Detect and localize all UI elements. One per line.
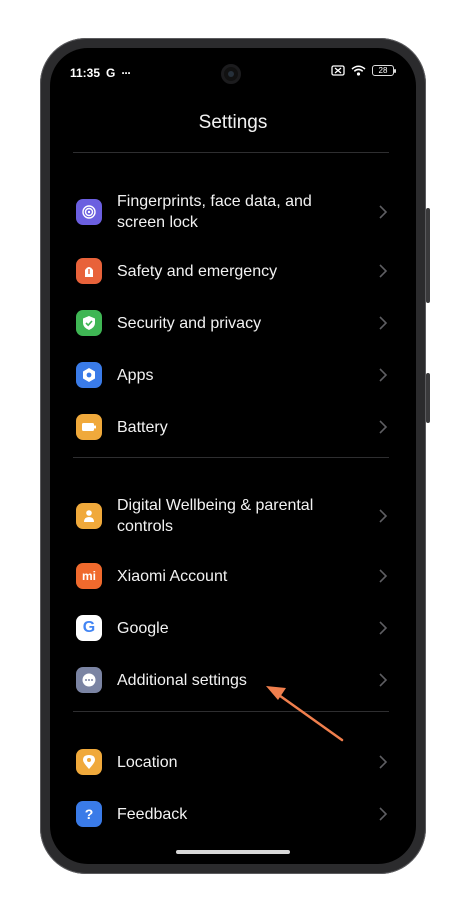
shield-check-icon	[76, 310, 102, 336]
feedback-icon: ?	[76, 801, 102, 827]
item-label: Xiaomi Account	[117, 567, 228, 585]
screen: 11:35 G ··· 28 Settings Fingerprints, fa…	[50, 48, 416, 864]
power-button	[426, 373, 430, 423]
item-label: Apps	[117, 366, 154, 384]
item-label: Battery	[117, 418, 168, 436]
location-pin-icon	[76, 749, 102, 775]
settings-item-feedback[interactable]: ? Feedback	[50, 789, 416, 839]
settings-item-security[interactable]: Security and privacy	[50, 298, 416, 348]
chevron-right-icon	[379, 509, 388, 523]
home-indicator[interactable]	[176, 850, 290, 854]
chevron-right-icon	[379, 420, 388, 434]
phone-frame: 11:35 G ··· 28 Settings Fingerprints, fa…	[40, 38, 430, 874]
chevron-right-icon	[379, 316, 388, 330]
divider	[73, 457, 389, 458]
settings-item-additional-settings[interactable]: Additional settings	[50, 655, 416, 705]
chevron-right-icon	[379, 755, 388, 769]
google-icon: G	[76, 615, 102, 641]
mi-icon: mi	[76, 563, 102, 589]
settings-item-location[interactable]: Location	[50, 737, 416, 787]
apps-icon	[76, 362, 102, 388]
emergency-icon	[76, 258, 102, 284]
front-camera	[221, 64, 241, 84]
item-label: Digital Wellbeing & parental controls	[117, 497, 314, 535]
settings-item-apps[interactable]: Apps	[50, 350, 416, 400]
settings-item-digital-wellbeing[interactable]: Digital Wellbeing & parental controls	[50, 491, 416, 541]
settings-item-xiaomi-account[interactable]: mi Xiaomi Account	[50, 551, 416, 601]
chevron-right-icon	[379, 205, 388, 219]
more-notifications-icon: ···	[121, 66, 131, 80]
item-label: Additional settings	[117, 671, 247, 689]
item-label: Security and privacy	[117, 314, 262, 332]
wellbeing-icon	[76, 503, 102, 529]
item-label: Safety and emergency	[117, 262, 278, 280]
item-label: Fingerprints, face data, and screen lock	[117, 193, 312, 231]
status-right: 28	[331, 65, 396, 76]
battery-icon	[76, 414, 102, 440]
chevron-right-icon	[379, 673, 388, 687]
more-dots-icon	[76, 667, 102, 693]
wifi-icon	[351, 65, 366, 76]
settings-item-battery[interactable]: Battery	[50, 402, 416, 452]
status-left: 11:35 G ···	[70, 66, 131, 80]
item-label: Google	[117, 619, 169, 637]
item-label: Feedback	[117, 805, 188, 823]
volume-button	[426, 208, 430, 303]
page-title: Settings	[198, 112, 268, 133]
google-notification-icon: G	[106, 66, 116, 80]
chevron-right-icon	[379, 368, 388, 382]
sim-off-icon	[331, 65, 345, 76]
chevron-right-icon	[379, 807, 388, 821]
chevron-right-icon	[379, 264, 388, 278]
chevron-right-icon	[379, 569, 388, 583]
divider	[73, 152, 389, 153]
item-label: Location	[117, 753, 178, 771]
settings-item-fingerprints[interactable]: Fingerprints, face data, and screen lock	[50, 187, 416, 237]
clock: 11:35	[70, 66, 101, 80]
fingerprint-icon	[76, 199, 102, 225]
settings-item-google[interactable]: G Google	[50, 603, 416, 653]
battery-indicator: 28	[372, 65, 396, 76]
status-bar: 11:35 G ··· 28	[50, 48, 416, 92]
chevron-right-icon	[379, 621, 388, 635]
settings-item-safety[interactable]: Safety and emergency	[50, 246, 416, 296]
divider	[73, 711, 389, 712]
